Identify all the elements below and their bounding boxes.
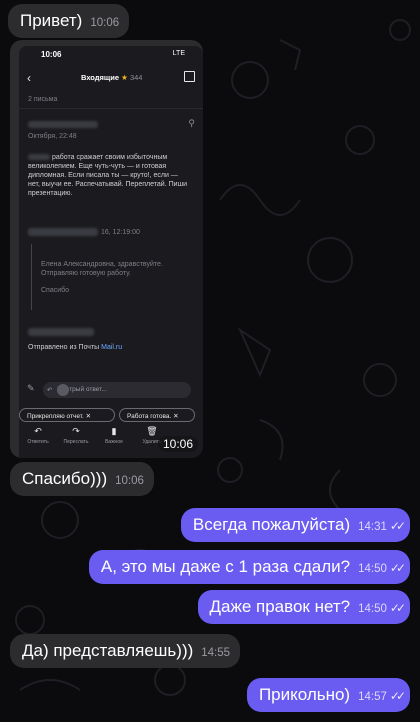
message-outgoing[interactable]: Прикольно) 14:57 ✓✓ (246, 678, 410, 712)
message-time: 10:06 (90, 17, 120, 29)
back-icon: ‹ (27, 71, 31, 85)
phone-status-bar: 10:06 LTE (19, 46, 203, 62)
compose-icon (184, 71, 195, 82)
message-time: 14:31 (358, 521, 387, 533)
quote-line: Отправляю готовую работу. (41, 270, 131, 277)
message-time: 14:50 (358, 563, 387, 575)
pin-icon: ⚲ (188, 118, 195, 128)
message-date: Октября, 22:48 (28, 133, 77, 140)
close-icon: ✕ (173, 413, 179, 420)
message-text: Прикольно) (258, 685, 351, 704)
message-time: 10:06 (115, 475, 144, 487)
read-ticks-icon: ✓✓ (389, 689, 406, 703)
chip-label: Прикрепляю отчет. (27, 413, 84, 420)
quote-greeting: Елена Александровна, здравствуйте. (41, 261, 163, 268)
status-network: LTE (172, 50, 185, 57)
quote-date: 16, 12:19:00 (101, 229, 140, 236)
star-icon: ★ (121, 73, 128, 82)
message-text: Всегда пожалуйста) (192, 515, 351, 534)
forward-icon: ↷ (72, 426, 80, 436)
message-time: 14:50 (358, 603, 387, 615)
image-message[interactable]: 10:06 LTE ‹ Входящие ★ 344 2 письма Октя… (10, 40, 203, 458)
mailru-link: Mail.ru (101, 344, 123, 351)
message-outgoing[interactable]: Всегда пожалуйста) 14:31 ✓✓ (180, 508, 410, 542)
mail-header: ‹ Входящие ★ 344 (19, 68, 203, 88)
folder-count: 344 (129, 73, 143, 82)
reply-arrow-icon: ↶ (47, 387, 53, 394)
edit-icon: ✎ (27, 383, 35, 393)
message-outgoing[interactable]: Даже правок нет? 14:50 ✓✓ (197, 590, 410, 624)
folder-name: Входящие (81, 73, 120, 82)
quote-thanks: Спасибо (41, 287, 70, 294)
message-time: 14:55 (201, 647, 231, 659)
quote-bar (31, 244, 32, 310)
message-text: А, это мы даже с 1 раза сдали? (100, 557, 351, 576)
redacted-quote-sender (28, 228, 98, 236)
toolbar-reply: ↶ Ответить (21, 426, 55, 445)
divider (19, 108, 203, 109)
mail-screenshot: 10:06 LTE ‹ Входящие ★ 344 2 письма Октя… (19, 46, 203, 458)
message-text: Даже правок нет? (209, 597, 351, 616)
status-time: 10:06 (41, 50, 62, 59)
toolbar-label: Важное (105, 439, 123, 445)
message-time: 14:57 (358, 691, 387, 703)
toolbar-label: Ответить (27, 439, 49, 445)
message-incoming[interactable]: Да) представляешь))) 14:55 (10, 634, 241, 668)
message-text: Привет) (20, 11, 83, 30)
toolbar-label: Переслать (63, 439, 89, 445)
image-time: 10:06 (157, 436, 198, 452)
quick-chip: Прикрепляю отчет. ✕ (19, 408, 115, 422)
redacted-signature (28, 328, 94, 336)
chip-label: Работа готова. (127, 413, 172, 420)
quick-reply-field: ↶ Быстрый ответ... (43, 382, 191, 398)
message-incoming[interactable]: Привет) 10:06 (8, 4, 130, 38)
read-ticks-icon: ✓✓ (389, 561, 406, 575)
read-ticks-icon: ✓✓ (389, 601, 406, 615)
message-outgoing[interactable]: А, это мы даже с 1 раза сдали? 14:50 ✓✓ (88, 550, 410, 584)
reply-icon: ↶ (34, 426, 42, 436)
read-ticks-icon: ✓✓ (389, 519, 406, 533)
send-icon (57, 384, 69, 396)
toolbar-forward: ↷ Переслать (59, 426, 93, 445)
toolbar-important: ▮ Важное (97, 426, 131, 445)
sent-from: Отправлено из Почты Mail.ru (28, 344, 122, 351)
letters-count: 2 письма (28, 96, 58, 103)
message-text: Да) представляешь))) (22, 641, 194, 660)
message-text: Спасибо))) (22, 469, 108, 488)
mail-body-text: работа сражает своим избыточным великоле… (28, 154, 188, 197)
close-icon: ✕ (85, 413, 92, 420)
quick-chip: Работа готова. ✕ (119, 408, 195, 422)
message-incoming[interactable]: Спасибо))) 10:06 (10, 462, 154, 496)
bookmark-icon: ▮ (111, 426, 117, 436)
mail-folder-title: Входящие ★ 344 (81, 73, 142, 82)
redacted-sender (28, 121, 98, 128)
sent-from-text: Отправлено из Почты (28, 344, 102, 351)
